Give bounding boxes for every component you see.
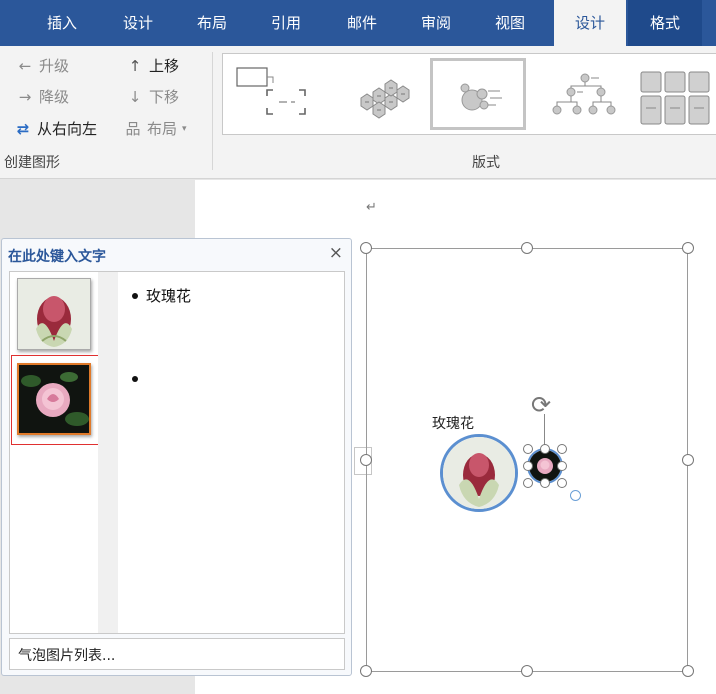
ribbon-tab-bar: 插入 设计 布局 引用 邮件 审阅 视图 设计 格式 xyxy=(0,0,716,46)
ribbon: ← 升级 → 降级 ⇄ 从右向左 ↑ 上移 ↓ 下移 品 布局 ▾ 创建图形 版… xyxy=(0,46,716,179)
resize-handle-bottom-right[interactable] xyxy=(682,665,694,677)
close-icon[interactable]: × xyxy=(329,243,343,263)
tab-view[interactable]: 视图 xyxy=(484,0,536,46)
promote-button[interactable]: ← 升级 xyxy=(16,55,69,76)
text-pane-item-1[interactable]: 玫瑰花 xyxy=(132,285,191,306)
arrow-down-icon: ↓ xyxy=(128,87,142,106)
tab-mailings[interactable]: 邮件 xyxy=(336,0,388,46)
shape-handle-top[interactable] xyxy=(540,444,550,454)
resize-handle-top-right[interactable] xyxy=(682,242,694,254)
paragraph-mark: ↵ xyxy=(366,200,377,215)
layouts-group-label: 版式 xyxy=(472,155,500,171)
layouts-gallery xyxy=(222,53,716,135)
swap-direction-icon: ⇄ xyxy=(16,119,30,138)
shape-handle-top-left[interactable] xyxy=(523,444,533,454)
adjust-handle[interactable] xyxy=(570,490,581,501)
picture-thumbnail-pink-rose[interactable] xyxy=(17,363,91,435)
shape-handle-bottom-left[interactable] xyxy=(523,478,533,488)
arrow-right-icon: → xyxy=(18,87,32,106)
thumbnail-strip-scroll xyxy=(98,272,118,633)
resize-handle-right[interactable] xyxy=(682,454,694,466)
shape-handle-right[interactable] xyxy=(557,461,567,471)
bullet-icon xyxy=(132,376,138,382)
layout-option-picture-caption[interactable] xyxy=(229,58,325,130)
tab-review[interactable]: 审阅 xyxy=(410,0,462,46)
right-to-left-button[interactable]: ⇄ 从右向左 xyxy=(14,118,97,139)
layout-dropdown[interactable]: 品 布局 ▾ xyxy=(124,118,187,139)
shape-handle-left[interactable] xyxy=(523,461,533,471)
tab-insert[interactable]: 插入 xyxy=(36,0,88,46)
layout-option-hierarchy[interactable] xyxy=(531,58,627,130)
resize-handle-bottom-left[interactable] xyxy=(360,665,372,677)
bullet-icon xyxy=(132,292,138,299)
tab-format[interactable]: 格式 xyxy=(628,0,702,46)
tab-smartart-design[interactable]: 设计 xyxy=(554,0,626,46)
layout-option-bubble-picture-list[interactable] xyxy=(430,58,526,130)
smartart-text-pane: 在此处键入文字 × 玫瑰花 气泡图片列表... xyxy=(1,238,352,676)
demote-button[interactable]: → 降级 xyxy=(16,86,69,107)
tab-references[interactable]: 引用 xyxy=(260,0,312,46)
text-pane-footer-link[interactable]: 气泡图片列表... xyxy=(9,638,345,670)
resize-handle-top-left[interactable] xyxy=(360,242,372,254)
tab-layout[interactable]: 布局 xyxy=(186,0,238,46)
text-pane-item-2[interactable] xyxy=(132,376,146,382)
shape-handle-bottom-right[interactable] xyxy=(557,478,567,488)
text-pane-body[interactable]: 玫瑰花 xyxy=(9,271,345,634)
layout-option-hexagon-cluster[interactable] xyxy=(331,58,427,130)
smartart-shape-label[interactable]: 玫瑰花 xyxy=(432,413,474,433)
group-separator xyxy=(212,52,213,170)
arrow-up-icon: ↑ xyxy=(128,56,142,75)
org-chart-icon: 品 xyxy=(125,120,141,138)
resize-handle-bottom[interactable] xyxy=(521,665,533,677)
chevron-down-icon: ▾ xyxy=(182,123,187,134)
resize-handle-top[interactable] xyxy=(521,242,533,254)
picture-thumbnail-rosebud[interactable] xyxy=(17,278,91,350)
smartart-picture-bubble-large[interactable] xyxy=(440,434,518,512)
shape-handle-bottom[interactable] xyxy=(540,478,550,488)
resize-handle-left[interactable] xyxy=(360,454,372,466)
tab-design[interactable]: 设计 xyxy=(112,0,164,46)
rotation-handle-stem xyxy=(544,414,545,448)
arrow-left-icon: ← xyxy=(18,56,32,75)
text-pane-title: 在此处键入文字 xyxy=(8,249,106,265)
move-down-button[interactable]: ↓ 下移 xyxy=(126,86,179,107)
create-graphic-group-label: 创建图形 xyxy=(4,155,60,171)
layout-option-block-list[interactable] xyxy=(637,58,716,130)
rotate-icon[interactable]: ⟳ xyxy=(531,391,551,419)
shape-handle-top-right[interactable] xyxy=(557,444,567,454)
move-up-button[interactable]: ↑ 上移 xyxy=(126,55,179,76)
